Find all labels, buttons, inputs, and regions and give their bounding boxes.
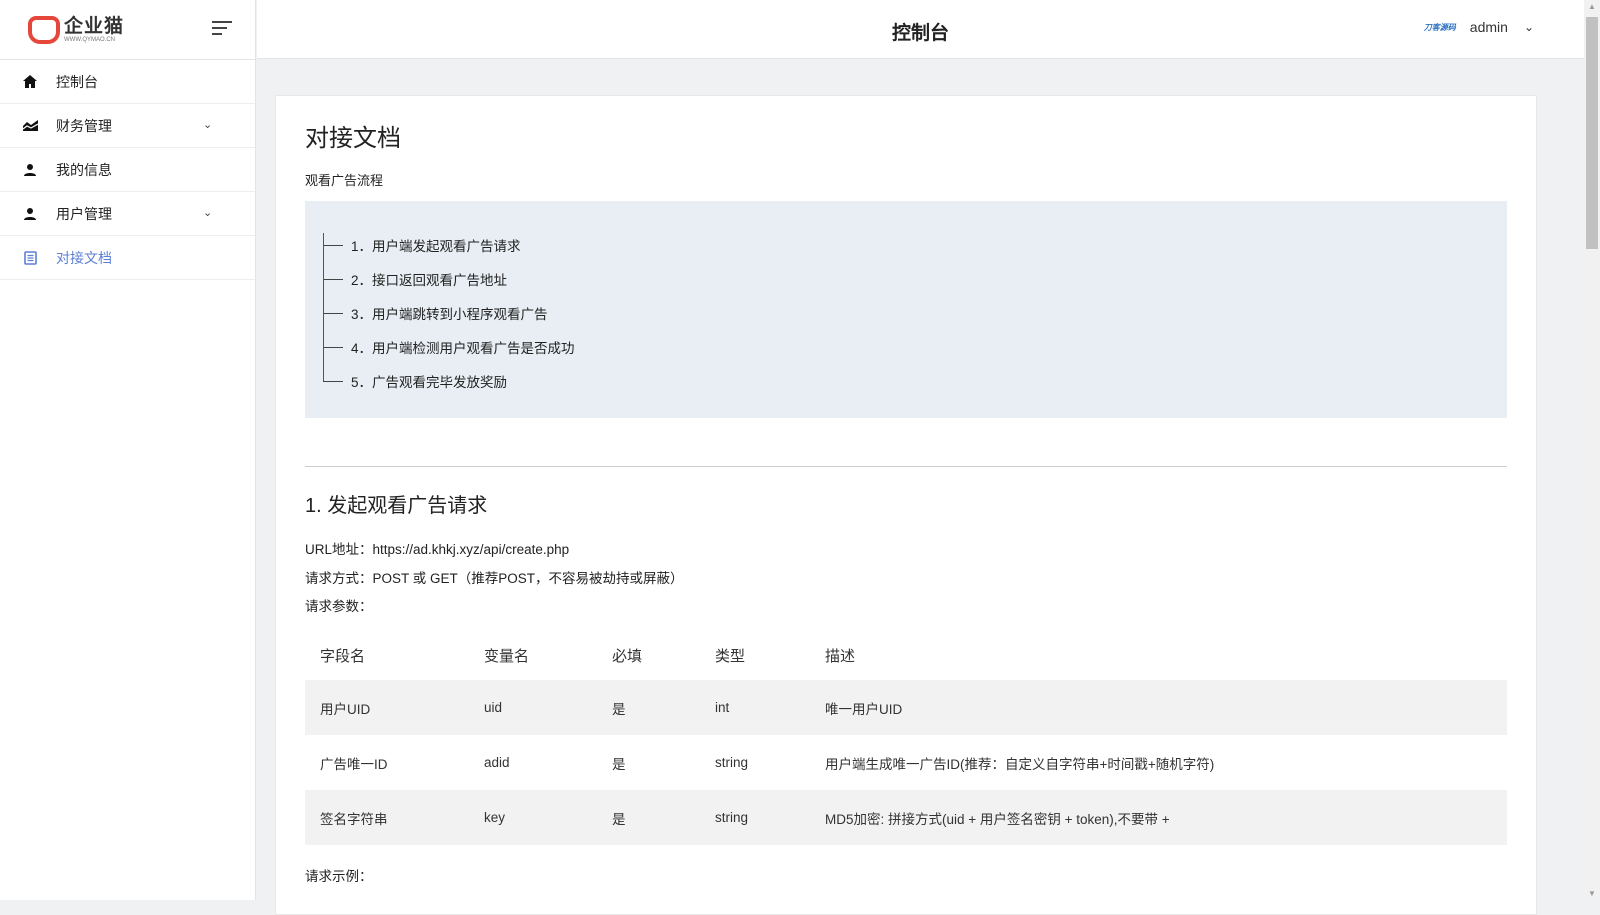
user-icon bbox=[22, 206, 38, 222]
method-text: 请求方式：POST 或 GET（推荐POST，不容易被劫持或屏蔽） bbox=[305, 571, 684, 586]
brand-logo: 刀客源码 bbox=[1423, 22, 1456, 32]
flow-step: 1．用户端发起观看广告请求 bbox=[323, 228, 1489, 262]
user-icon bbox=[22, 162, 38, 178]
sidebar: 企业猫 WWW.QYMAO.CN 控制台 财务管理 ⌄ 我的信息 用户管理 ⌄ 对… bbox=[0, 0, 256, 900]
menu-toggle-icon[interactable] bbox=[212, 21, 232, 35]
flow-step: 3．用户端跳转到小程序观看广告 bbox=[323, 296, 1489, 330]
scroll-down-icon[interactable]: ▼ bbox=[1588, 889, 1596, 898]
header: 控制台 刀客源码 admin ⌄ bbox=[257, 0, 1584, 59]
flow-code-block: 1．用户端发起观看广告请求 2．接口返回观看广告地址 3．用户端跳转到小程序观看… bbox=[305, 201, 1507, 418]
params-label: 请求参数： bbox=[305, 599, 373, 614]
url-text: URL地址：https://ad.khkj.xyz/api/create.php bbox=[305, 542, 570, 557]
chart-area-icon bbox=[22, 118, 38, 134]
logo[interactable]: 企业猫 WWW.QYMAO.CN bbox=[0, 0, 255, 60]
params-table: 字段名 变量名 必填 类型 描述 用户UID uid 是 int 唯一用户UID 广告唯… bbox=[305, 630, 1507, 845]
sidebar-item-finance[interactable]: 财务管理 ⌄ bbox=[0, 104, 255, 148]
table-row: 签名字符串 key 是 string MD5加密: 拼接方式(uid + 用户签名密钥 … bbox=[305, 790, 1507, 845]
logo-name: 企业猫 bbox=[64, 15, 125, 37]
sidebar-item-my-info[interactable]: 我的信息 bbox=[0, 148, 255, 192]
user-menu[interactable]: 刀客源码 admin ⌄ bbox=[1424, 19, 1534, 35]
column-header: 描述 bbox=[825, 647, 856, 665]
flow-step: 5．广告观看完毕发放奖励 bbox=[323, 364, 1489, 398]
sidebar-item-dashboard[interactable]: 控制台 bbox=[0, 60, 255, 104]
scrollbar[interactable]: ▲ ▼ bbox=[1584, 0, 1600, 900]
sidebar-item-label: 财务管理 bbox=[56, 117, 112, 134]
flow-step: 2．接口返回观看广告地址 bbox=[323, 262, 1489, 296]
column-header: 字段名 bbox=[320, 647, 366, 665]
scrollbar-thumb[interactable] bbox=[1586, 17, 1598, 249]
sidebar-item-label: 我的信息 bbox=[56, 161, 112, 178]
cat-logo-icon bbox=[28, 15, 60, 44]
doc-title: 对接文档 bbox=[305, 125, 401, 152]
page-title: 控制台 bbox=[891, 23, 949, 44]
tree-line bbox=[323, 233, 324, 381]
chevron-down-icon: ⌄ bbox=[1523, 20, 1534, 34]
section-title: 1. 发起观看广告请求 bbox=[305, 495, 488, 517]
sidebar-item-label: 对接文档 bbox=[56, 249, 112, 266]
home-icon bbox=[22, 74, 38, 90]
chevron-down-icon[interactable]: ⌄ bbox=[203, 206, 212, 219]
flow-title: 观看广告流程 bbox=[305, 173, 384, 188]
sidebar-item-label: 控制台 bbox=[56, 73, 98, 90]
chevron-down-icon[interactable]: ⌄ bbox=[203, 118, 212, 131]
column-header: 必填 bbox=[612, 647, 643, 665]
table-row: 广告唯一ID adid 是 string 用户端生成唯一广告ID(推荐：自定义自字符串+… bbox=[320, 755, 1215, 772]
flow-step: 4．用户端检测用户观看广告是否成功 bbox=[323, 330, 1489, 364]
logo-domain: WWW.QYMAO.CN bbox=[64, 36, 115, 43]
example-label: 请求示例： bbox=[305, 869, 373, 884]
sidebar-item-label: 用户管理 bbox=[56, 205, 112, 222]
column-header: 变量名 bbox=[484, 647, 530, 665]
scroll-up-icon[interactable]: ▲ bbox=[1588, 2, 1596, 11]
username: admin bbox=[1469, 19, 1508, 35]
table-row: 用户UID uid 是 int 唯一用户UID bbox=[305, 680, 1507, 735]
sidebar-item-user-management[interactable]: 用户管理 ⌄ bbox=[0, 192, 255, 236]
column-header: 类型 bbox=[715, 647, 746, 665]
content-card: 对接文档 观看广告流程 1．用户端发起观看广告请求 2．接口返回观看广告地址 3… bbox=[275, 95, 1537, 915]
sidebar-item-api-docs[interactable]: 对接文档 bbox=[0, 236, 255, 280]
divider bbox=[305, 466, 1507, 467]
document-icon bbox=[22, 250, 38, 266]
